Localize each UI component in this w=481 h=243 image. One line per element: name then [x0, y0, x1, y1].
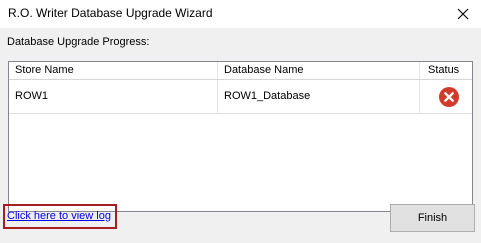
store-name-cell: ROW1: [9, 80, 218, 113]
column-header-database-name[interactable]: Database Name: [218, 62, 420, 79]
wizard-body: Database Upgrade Progress: Store Name Da…: [0, 28, 481, 243]
close-button[interactable]: [445, 0, 481, 28]
table-row[interactable]: ROW1 ROW1_Database: [9, 80, 472, 114]
status-cell: [420, 80, 472, 113]
error-icon: [439, 87, 459, 107]
finish-button[interactable]: Finish: [390, 204, 475, 232]
upgrade-grid: Store Name Database Name Status ROW1 ROW…: [8, 61, 473, 212]
window-title: R.O. Writer Database Upgrade Wizard: [8, 6, 213, 20]
database-name-cell: ROW1_Database: [218, 80, 420, 113]
close-icon: [457, 8, 469, 20]
title-bar: R.O. Writer Database Upgrade Wizard: [0, 0, 481, 28]
column-header-store-name[interactable]: Store Name: [9, 62, 218, 79]
grid-header: Store Name Database Name Status: [9, 62, 472, 80]
view-log-link-highlight: Click here to view log: [3, 204, 117, 229]
column-header-status[interactable]: Status: [420, 62, 472, 79]
progress-label: Database Upgrade Progress:: [7, 36, 150, 48]
view-log-link[interactable]: Click here to view log: [7, 210, 111, 222]
